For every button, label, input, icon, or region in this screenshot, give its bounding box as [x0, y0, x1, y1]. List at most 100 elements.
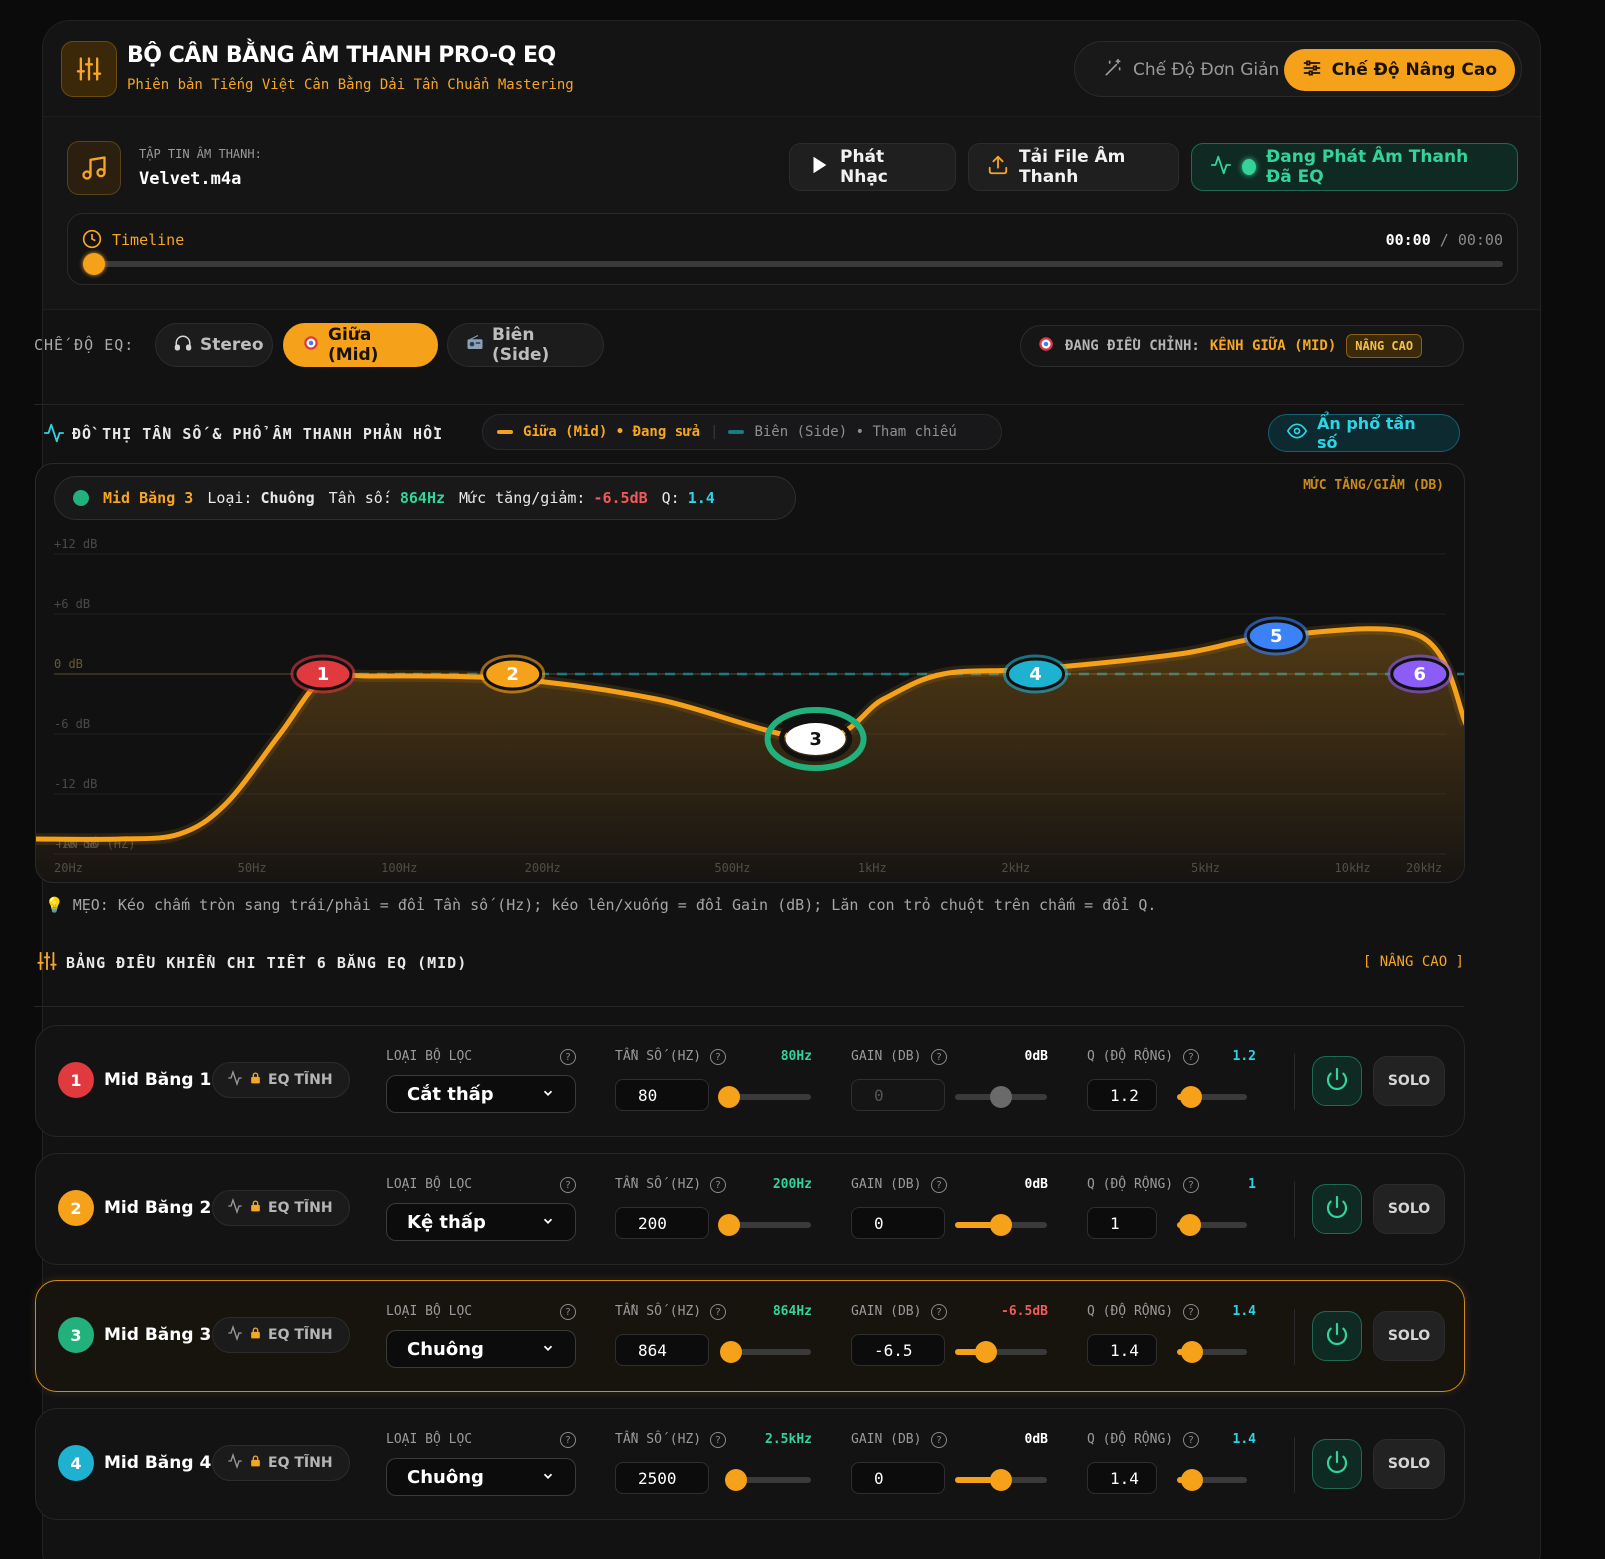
power-button[interactable]: [1312, 1311, 1362, 1361]
static-eq-tag[interactable]: EQ TĨNH: [212, 1317, 350, 1353]
eq-mode-mid[interactable]: Giữa (Mid): [283, 323, 438, 367]
band-node-2[interactable]: 2: [480, 654, 546, 694]
filter-type-select[interactable]: Cắt thấp: [386, 1075, 576, 1113]
gain-input[interactable]: -6.5: [851, 1334, 945, 1366]
gain-slider-thumb[interactable]: [975, 1341, 998, 1363]
q-input[interactable]: 1: [1087, 1207, 1157, 1239]
solo-label: SOLO: [1387, 1201, 1431, 1217]
help-icon[interactable]: ?: [710, 1049, 726, 1065]
q-slider[interactable]: [1177, 1469, 1247, 1491]
gain-slider[interactable]: [955, 1341, 1047, 1363]
gain-input[interactable]: 0: [851, 1462, 945, 1494]
filter-type-select[interactable]: Chuông: [386, 1330, 576, 1368]
filter-type-select[interactable]: Chuông: [386, 1458, 576, 1496]
help-icon[interactable]: ?: [1183, 1432, 1199, 1448]
frequency-slider-thumb[interactable]: [724, 1469, 747, 1491]
tip: 💡 MẸO: Kéo chấm tròn sang trái/phải = đổ…: [45, 896, 1156, 914]
gain-input[interactable]: 0: [851, 1207, 945, 1239]
filter-type-label: LOẠI BỘ LỌC: [386, 1304, 473, 1319]
q-input[interactable]: 1.4: [1087, 1462, 1157, 1494]
static-eq-tag[interactable]: EQ TĨNH: [212, 1445, 350, 1481]
solo-button[interactable]: SOLO: [1373, 1311, 1445, 1361]
frequency-input[interactable]: 200: [615, 1207, 709, 1239]
frequency-input[interactable]: 864: [615, 1334, 709, 1366]
hide-spectrum-button[interactable]: Ẩn phổ tần số: [1268, 414, 1460, 452]
help-icon[interactable]: ?: [931, 1049, 947, 1065]
timeline-thumb[interactable]: [83, 253, 105, 275]
frequency-input[interactable]: 80: [615, 1079, 709, 1111]
help-icon[interactable]: ?: [560, 1432, 576, 1448]
q-display: 1.2: [1232, 1049, 1256, 1064]
gain-display: 0dB: [1024, 1177, 1048, 1192]
frequency-slider-thumb[interactable]: [718, 1086, 740, 1108]
static-eq-tag[interactable]: EQ TĨNH: [212, 1062, 350, 1098]
q-input[interactable]: 1.4: [1087, 1334, 1157, 1366]
upload-label: Tải File Âm Thanh: [1019, 147, 1126, 187]
power-button[interactable]: [1312, 1184, 1362, 1234]
band-node-3[interactable]: 3: [764, 707, 867, 771]
power-button[interactable]: [1312, 1439, 1362, 1489]
help-icon[interactable]: ?: [560, 1304, 576, 1320]
filter-type-select[interactable]: Kệ thấp: [386, 1203, 576, 1241]
gain-slider-thumb[interactable]: [990, 1469, 1012, 1491]
frequency-slider[interactable]: [718, 1214, 811, 1236]
eq-graph-svg[interactable]: +12 dB+6 dB0 dB-6 dB-12 dB-18 dB20Hz50Hz…: [36, 464, 1465, 883]
help-icon[interactable]: ?: [1183, 1304, 1199, 1320]
eq-graph[interactable]: +12 dB+6 dB0 dB-6 dB-12 dB-18 dB20Hz50Hz…: [35, 463, 1465, 883]
help-icon[interactable]: ?: [1183, 1049, 1199, 1065]
simple-mode-button[interactable]: Chế Độ Đơn Giản: [1085, 49, 1297, 91]
band-node-5[interactable]: 5: [1243, 616, 1309, 656]
q-slider-thumb[interactable]: [1180, 1086, 1202, 1108]
gain-slider[interactable]: [955, 1214, 1047, 1236]
help-icon[interactable]: ?: [710, 1304, 726, 1320]
timeline-track[interactable]: [90, 261, 1503, 267]
help-icon[interactable]: ?: [1183, 1177, 1199, 1193]
q-input[interactable]: 1.2: [1087, 1079, 1157, 1111]
q-slider-thumb[interactable]: [1178, 1214, 1201, 1236]
eq-playback-status-button[interactable]: Đang Phát Âm Thanh Đã EQ: [1191, 143, 1518, 191]
help-icon[interactable]: ?: [710, 1177, 726, 1193]
q-slider[interactable]: [1177, 1086, 1247, 1108]
frequency-input[interactable]: 2500: [615, 1462, 709, 1494]
q-slider-thumb[interactable]: [1181, 1469, 1204, 1491]
file-label: TẬP TIN ÂM THANH:: [139, 147, 262, 161]
frequency-slider[interactable]: [720, 1341, 811, 1363]
frequency-slider[interactable]: [724, 1469, 811, 1491]
help-icon[interactable]: ?: [710, 1432, 726, 1448]
q-slider[interactable]: [1177, 1214, 1247, 1236]
q-slider-thumb[interactable]: [1181, 1341, 1204, 1363]
lock-icon: [249, 1199, 262, 1217]
help-icon[interactable]: ?: [560, 1049, 576, 1065]
frequency-slider-thumb[interactable]: [720, 1341, 743, 1363]
band-node-6[interactable]: 6: [1387, 654, 1453, 694]
help-icon[interactable]: ?: [931, 1304, 947, 1320]
frequency-slider-thumb[interactable]: [718, 1214, 740, 1236]
solo-button[interactable]: SOLO: [1373, 1056, 1445, 1106]
q-slider[interactable]: [1177, 1341, 1247, 1363]
band-node-1[interactable]: 1: [290, 654, 356, 694]
play-icon: [808, 154, 830, 181]
advanced-mode-button[interactable]: Chế Độ Nâng Cao: [1283, 49, 1515, 91]
solo-button[interactable]: SOLO: [1373, 1439, 1445, 1489]
activity-icon: [1210, 154, 1232, 181]
frequency-slider[interactable]: [718, 1086, 811, 1108]
gain-slider-thumb[interactable]: [990, 1214, 1012, 1236]
band-node-4[interactable]: 4: [1003, 654, 1069, 694]
power-button[interactable]: [1312, 1056, 1362, 1106]
help-icon[interactable]: ?: [560, 1177, 576, 1193]
frequency-label: TẦN SỐ (HZ): [615, 1177, 702, 1192]
help-icon[interactable]: ?: [931, 1177, 947, 1193]
eq-mode-stereo[interactable]: Stereo: [155, 323, 273, 367]
play-button[interactable]: Phát Nhạc: [789, 143, 956, 191]
filter-type-value: Kệ thấp: [407, 1211, 486, 1233]
help-icon[interactable]: ?: [931, 1432, 947, 1448]
frequency-display: 2.5kHz: [765, 1432, 812, 1447]
static-eq-label: EQ TĨNH: [268, 1072, 333, 1088]
db-tick-label: -12 dB: [54, 777, 97, 791]
static-eq-tag[interactable]: EQ TĨNH: [212, 1190, 350, 1226]
file-bar: TẬP TIN ÂM THANH: Velvet.m4a Phát Nhạc T…: [43, 117, 1540, 310]
eq-mode-side[interactable]: Biên (Side): [447, 323, 604, 367]
gain-slider[interactable]: [955, 1469, 1047, 1491]
solo-button[interactable]: SOLO: [1373, 1184, 1445, 1234]
upload-button[interactable]: Tải File Âm Thanh: [968, 143, 1179, 191]
